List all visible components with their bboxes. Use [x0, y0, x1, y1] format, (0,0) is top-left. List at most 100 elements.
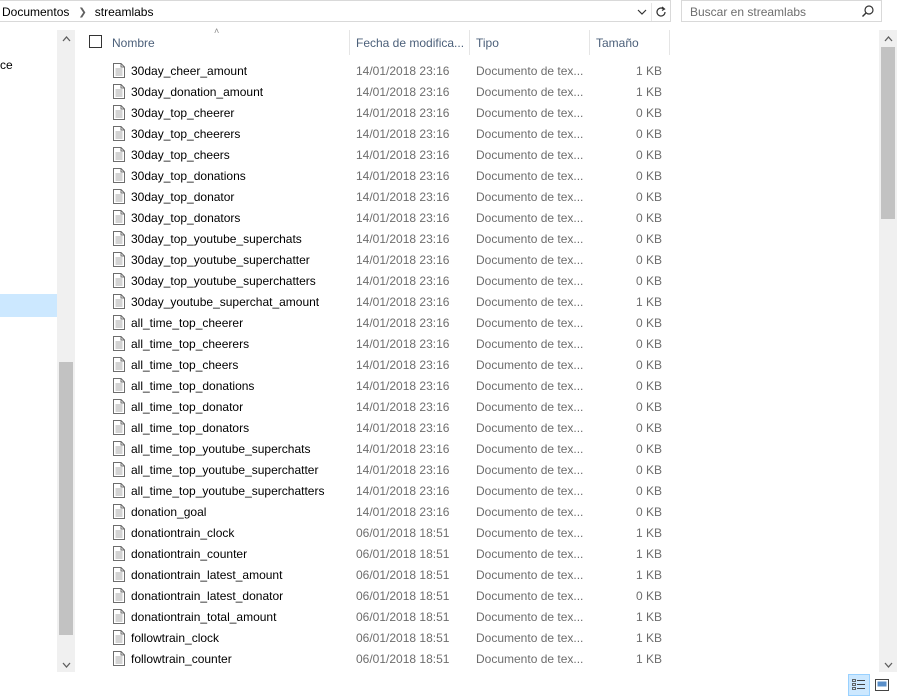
file-row[interactable]: 30day_top_donator 14/01/2018 23:16 Documen…: [80, 186, 672, 207]
file-size: 1 KB: [635, 652, 662, 666]
file-row[interactable]: all_time_top_youtube_superchatters 14/01/…: [80, 480, 672, 501]
column-header-size[interactable]: Tamaño: [590, 30, 670, 55]
file-date-modified: 14/01/2018 23:16: [356, 127, 450, 141]
file-name: 30day_top_cheerer: [131, 106, 235, 120]
file-name: donation_goal: [131, 505, 207, 519]
text-document-icon: [113, 168, 125, 183]
file-name: 30day_top_donations: [131, 169, 246, 183]
file-name: all_time_top_youtube_superchats: [131, 442, 311, 456]
file-size: 0 KB: [635, 316, 662, 330]
nav-scrollbar-thumb[interactable]: [59, 362, 73, 635]
column-header-type[interactable]: Tipo: [470, 30, 590, 55]
file-row[interactable]: followtrain_clock 06/01/2018 18:51 Documen…: [80, 627, 672, 648]
nav-scrollbar[interactable]: [57, 30, 75, 675]
file-size: 1 KB: [635, 85, 662, 99]
text-document-icon: [113, 336, 125, 351]
file-name: 30day_donation_amount: [131, 85, 264, 99]
refresh-icon[interactable]: [651, 3, 669, 21]
file-type: Documento de tex...: [476, 421, 584, 435]
file-row[interactable]: all_time_top_donations 14/01/2018 23:16 Do…: [80, 375, 672, 396]
breadcrumb-separator-icon[interactable]: ❯: [78, 7, 86, 18]
scroll-down-icon[interactable]: [879, 656, 897, 673]
scroll-up-icon[interactable]: [879, 30, 897, 47]
file-size: 0 KB: [635, 106, 662, 120]
select-all-checkbox[interactable]: [89, 35, 102, 48]
file-size: 1 KB: [635, 631, 662, 645]
breadcrumb-documentos[interactable]: Documentos: [2, 5, 69, 19]
file-row[interactable]: followtrain_counter 06/01/2018 18:51 Docum…: [80, 648, 672, 669]
file-row[interactable]: 30day_top_donations 14/01/2018 23:16 Docum…: [80, 165, 672, 186]
address-bar[interactable]: Documentos ❯ streamlabs: [0, 0, 671, 22]
file-row[interactable]: 30day_top_donators 14/01/2018 23:16 Docume…: [80, 207, 672, 228]
file-type: Documento de tex...: [476, 232, 584, 246]
file-row[interactable]: donationtrain_latest_donator 06/01/2018 1…: [80, 585, 672, 606]
file-name: followtrain_counter: [131, 652, 232, 666]
text-document-icon: [113, 630, 125, 645]
details-view-icon[interactable]: [848, 674, 870, 696]
file-row[interactable]: 30day_top_cheerer 14/01/2018 23:16 Documen…: [80, 102, 672, 123]
file-name: 30day_youtube_superchat_amount: [131, 295, 320, 309]
nav-item-partial[interactable]: ce: [0, 58, 13, 72]
breadcrumb-streamlabs[interactable]: streamlabs: [95, 5, 154, 19]
text-document-icon: [113, 504, 125, 519]
file-list-scrollbar-thumb[interactable]: [881, 47, 895, 219]
search-icon[interactable]: [861, 4, 875, 18]
file-type: Documento de tex...: [476, 526, 584, 540]
file-date-modified: 14/01/2018 23:16: [356, 421, 450, 435]
text-document-icon: [113, 462, 125, 477]
text-document-icon: [113, 567, 125, 582]
text-document-icon: [113, 651, 125, 666]
file-date-modified: 14/01/2018 23:16: [356, 316, 450, 330]
nav-item-selected[interactable]: [0, 294, 57, 317]
file-name: all_time_top_youtube_superchatters: [131, 484, 325, 498]
file-row[interactable]: donationtrain_latest_amount 06/01/2018 18…: [80, 564, 672, 585]
file-type: Documento de tex...: [476, 211, 584, 225]
file-row[interactable]: all_time_top_cheers 14/01/2018 23:16 Docum…: [80, 354, 672, 375]
file-type: Documento de tex...: [476, 400, 584, 414]
scroll-up-icon[interactable]: [57, 30, 75, 47]
text-document-icon: [113, 357, 125, 372]
file-name: donationtrain_total_amount: [131, 610, 277, 624]
file-row[interactable]: 30day_top_youtube_superchats 14/01/2018 2…: [80, 228, 672, 249]
file-row[interactable]: all_time_top_cheerer 14/01/2018 23:16 Docu…: [80, 312, 672, 333]
file-size: 0 KB: [635, 148, 662, 162]
file-date-modified: 14/01/2018 23:16: [356, 274, 450, 288]
scroll-down-icon[interactable]: [57, 656, 75, 673]
file-name: 30day_top_donator: [131, 190, 235, 204]
file-date-modified: 14/01/2018 23:16: [356, 211, 450, 225]
file-list-scrollbar[interactable]: [879, 30, 897, 675]
file-row[interactable]: all_time_top_youtube_superchatter 14/01/2…: [80, 459, 672, 480]
file-date-modified: 14/01/2018 23:16: [356, 190, 450, 204]
file-date-modified: 06/01/2018 18:51: [356, 526, 450, 540]
file-row[interactable]: 30day_youtube_superchat_amount 14/01/2018…: [80, 291, 672, 312]
file-size: 1 KB: [635, 295, 662, 309]
large-icons-view-icon[interactable]: [871, 674, 893, 696]
chevron-down-icon[interactable]: [634, 3, 650, 21]
file-date-modified: 14/01/2018 23:16: [356, 232, 450, 246]
file-row[interactable]: 30day_top_cheers 14/01/2018 23:16 Document…: [80, 144, 672, 165]
column-header-name[interactable]: Nombre: [106, 30, 350, 55]
text-document-icon: [113, 189, 125, 204]
column-header-date-label: Fecha de modifica...: [356, 35, 465, 50]
file-row[interactable]: all_time_top_youtube_superchats 14/01/201…: [80, 438, 672, 459]
file-row[interactable]: donationtrain_total_amount 06/01/2018 18:…: [80, 606, 672, 627]
file-row[interactable]: all_time_top_donators 14/01/2018 23:16 Doc…: [80, 417, 672, 438]
file-row[interactable]: all_time_top_donator 14/01/2018 23:16 Docu…: [80, 396, 672, 417]
file-row[interactable]: 30day_top_youtube_superchatters 14/01/201…: [80, 270, 672, 291]
file-row[interactable]: donation_goal 14/01/2018 23:16 Documento d…: [80, 501, 672, 522]
file-type: Documento de tex...: [476, 127, 584, 141]
file-row[interactable]: 30day_top_cheerers 14/01/2018 23:16 Docume…: [80, 123, 672, 144]
file-date-modified: 14/01/2018 23:16: [356, 148, 450, 162]
file-row[interactable]: donationtrain_counter 06/01/2018 18:51 Doc…: [80, 543, 672, 564]
file-size: 0 KB: [635, 337, 662, 351]
column-header-date[interactable]: Fecha de modifica...: [350, 30, 470, 55]
file-row[interactable]: 30day_donation_amount 14/01/2018 23:16 Doc…: [80, 81, 672, 102]
search-input[interactable]: Buscar en streamlabs: [681, 0, 882, 22]
file-row[interactable]: 30day_cheer_amount 14/01/2018 23:16 Docume…: [80, 60, 672, 81]
file-row[interactable]: 30day_top_youtube_superchatter 14/01/2018…: [80, 249, 672, 270]
file-row[interactable]: all_time_top_cheerers 14/01/2018 23:16 Doc…: [80, 333, 672, 354]
file-row[interactable]: donationtrain_clock 06/01/2018 18:51 Docum…: [80, 522, 672, 543]
file-name: all_time_top_donations: [131, 379, 255, 393]
file-type: Documento de tex...: [476, 337, 584, 351]
file-type: Documento de tex...: [476, 631, 584, 645]
